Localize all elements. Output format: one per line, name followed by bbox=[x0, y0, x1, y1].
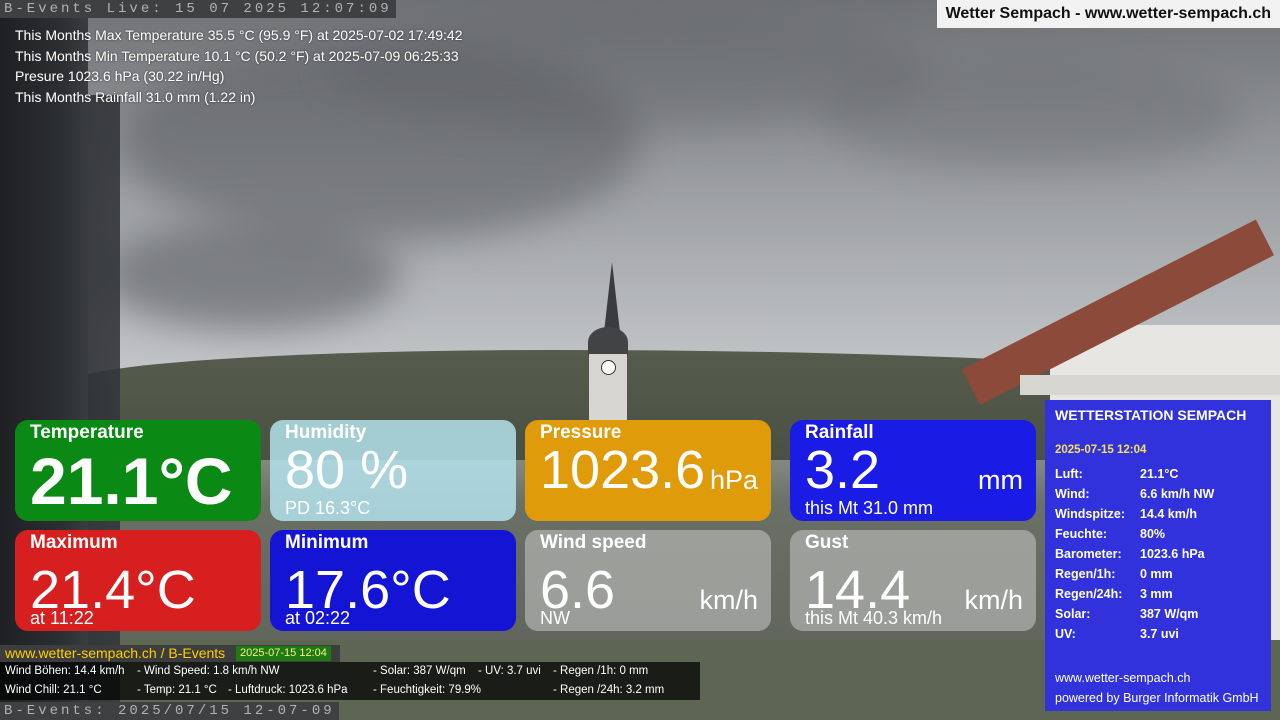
station-row: Regen/24h: 3 mm bbox=[1055, 587, 1214, 607]
ticker-item: - Wind Speed: 1.8 km/h NW bbox=[137, 665, 280, 677]
tile-unit: hPa bbox=[709, 465, 758, 495]
tile-unit: km/h bbox=[964, 585, 1023, 615]
row-value: 6.6 km/h NW bbox=[1140, 487, 1215, 501]
monthly-stats: This Months Max Temperature 35.5 °C (95.… bbox=[15, 25, 463, 107]
ticker-item: - UV: 3.7 uvi bbox=[478, 665, 541, 677]
station-row: Windspitze: 14.4 km/h bbox=[1055, 507, 1214, 527]
tile-sub: at 11:22 bbox=[30, 608, 94, 628]
row-key: Windspitze: bbox=[1055, 507, 1126, 521]
stat-rainfall: This Months Rainfall 31.0 mm (1.22 in) bbox=[15, 88, 256, 105]
tile-sub: this Mt 40.3 km/h bbox=[805, 608, 943, 628]
tile-label: Minimum bbox=[285, 532, 369, 553]
row-key: Solar: bbox=[1055, 607, 1091, 621]
row-value: 80% bbox=[1140, 527, 1166, 541]
timestamp-top: B-Events Live: 15 07 2025 12:07:09 bbox=[0, 0, 396, 18]
tile-unit: mm bbox=[978, 465, 1023, 495]
ticker-item: - Feuchtigkeit: 79.9% bbox=[373, 684, 482, 696]
row-key: Barometer: bbox=[1055, 547, 1122, 561]
tile-sub: NW bbox=[540, 608, 570, 628]
station-row: Barometer: 1023.6 hPa bbox=[1055, 547, 1214, 567]
row-key: UV: bbox=[1055, 627, 1076, 641]
tile-label: Gust bbox=[805, 532, 849, 553]
temperature-tile: Temperature 21.1°C bbox=[15, 420, 261, 521]
wind-speed-tile: Wind speed 6.6 km/h NW bbox=[525, 530, 771, 631]
row-value: 3 mm bbox=[1140, 587, 1173, 601]
cloud bbox=[100, 220, 400, 330]
ticker-panel: Wind Böhen: 14.4 km/h - Wind Speed: 1.8 … bbox=[0, 662, 700, 700]
row-key: Luft: bbox=[1055, 467, 1083, 481]
ticker-item: - Regen /1h: 0 mm bbox=[553, 665, 649, 677]
station-row: UV: 3.7 uvi bbox=[1055, 627, 1214, 647]
church-tower bbox=[587, 262, 629, 424]
row-value: 3.7 uvi bbox=[1140, 627, 1179, 641]
row-key: Regen/24h: bbox=[1055, 587, 1123, 601]
ticker-item: - Solar: 387 W/qm bbox=[373, 665, 466, 677]
row-value: 14.4 km/h bbox=[1140, 507, 1197, 521]
ticker-date: 2025-07-15 12:04 bbox=[236, 646, 331, 661]
maximum-tile: Maximum 21.4°C at 11:22 bbox=[15, 530, 261, 631]
timestamp-bottom: B-Events: 2025/07/15 12-07-09 bbox=[0, 702, 339, 720]
station-date: 2025-07-15 12:04 bbox=[1055, 444, 1147, 456]
row-value: 1023.6 hPa bbox=[1140, 547, 1205, 561]
ticker-item: - Luftdruck: 1023.6 hPa bbox=[228, 684, 348, 696]
row-key: Regen/1h: bbox=[1055, 567, 1116, 581]
tile-value: 3.2 bbox=[805, 440, 881, 500]
stat-pressure: Presure 1023.6 hPa (30.22 in/Hg) bbox=[15, 68, 225, 84]
humidity-tile: Humidity 80 % PD 16.3°C bbox=[270, 420, 516, 521]
station-footer: www.wetter-sempach.ch powered by Burger … bbox=[1055, 668, 1259, 708]
site-brand: Wetter Sempach - www.wetter-sempach.ch bbox=[936, 0, 1280, 28]
row-value: 21.1°C bbox=[1140, 467, 1179, 481]
ticker-item: - Regen /24h: 3.2 mm bbox=[553, 684, 665, 696]
minimum-tile: Minimum 17.6°C at 02:22 bbox=[270, 530, 516, 631]
tile-sub: PD 16.3°C bbox=[285, 498, 371, 518]
row-value: 0 mm bbox=[1140, 567, 1173, 581]
tile-sub: at 02:22 bbox=[285, 608, 351, 628]
row-key: Wind: bbox=[1055, 487, 1090, 501]
rainfall-tile: Rainfall 3.2 mm this Mt 31.0 mm bbox=[790, 420, 1036, 521]
tile-value: 80 % bbox=[285, 440, 409, 500]
footer-powered: powered by Burger Informatik GmbH bbox=[1055, 691, 1259, 705]
ticker-item: Wind Chill: 21.1 °C bbox=[5, 684, 102, 696]
station-row: Wind: 6.6 km/h NW bbox=[1055, 487, 1214, 507]
station-readings: Luft: 21.1°C Wind: 6.6 km/h NW Windspitze:… bbox=[1055, 467, 1214, 647]
row-key: Feuchte: bbox=[1055, 527, 1108, 541]
station-row: Luft: 21.1°C bbox=[1055, 467, 1214, 487]
tile-unit: km/h bbox=[699, 585, 758, 615]
cloud bbox=[820, 60, 1240, 170]
row-value: 387 W/qm bbox=[1140, 607, 1199, 621]
gust-tile: Gust 14.4 km/h this Mt 40.3 km/h bbox=[790, 530, 1036, 631]
ticker-item: Wind Böhen: 14.4 km/h bbox=[5, 665, 125, 677]
tile-value: 21.1°C bbox=[30, 444, 233, 518]
stat-min-temp: This Months Min Temperature 10.1 °C (50.… bbox=[15, 47, 459, 64]
pressure-tile: Pressure 1023.6 hPa bbox=[525, 420, 771, 521]
tile-sub: this Mt 31.0 mm bbox=[805, 498, 934, 518]
tile-value: 1023.6 bbox=[540, 440, 706, 500]
tile-label: Temperature bbox=[30, 422, 144, 443]
station-row: Feuchte: 80% bbox=[1055, 527, 1214, 547]
station-row: Solar: 387 W/qm bbox=[1055, 607, 1214, 627]
tile-label: Wind speed bbox=[540, 532, 647, 553]
footer-url: www.wetter-sempach.ch bbox=[1055, 671, 1191, 685]
tile-label: Maximum bbox=[30, 532, 118, 553]
ticker-url: www.wetter-sempach.ch / B-Events bbox=[5, 645, 226, 661]
ticker-item: - Temp: 21.1 °C bbox=[137, 684, 217, 696]
station-row: Regen/1h: 0 mm bbox=[1055, 567, 1214, 587]
station-panel: WETTERSTATION SEMPACH 2025-07-15 12:04 L… bbox=[1045, 400, 1271, 711]
station-title: WETTERSTATION SEMPACH bbox=[1055, 407, 1247, 423]
stat-max-temp: This Months Max Temperature 35.5 °C (95.… bbox=[15, 27, 463, 43]
